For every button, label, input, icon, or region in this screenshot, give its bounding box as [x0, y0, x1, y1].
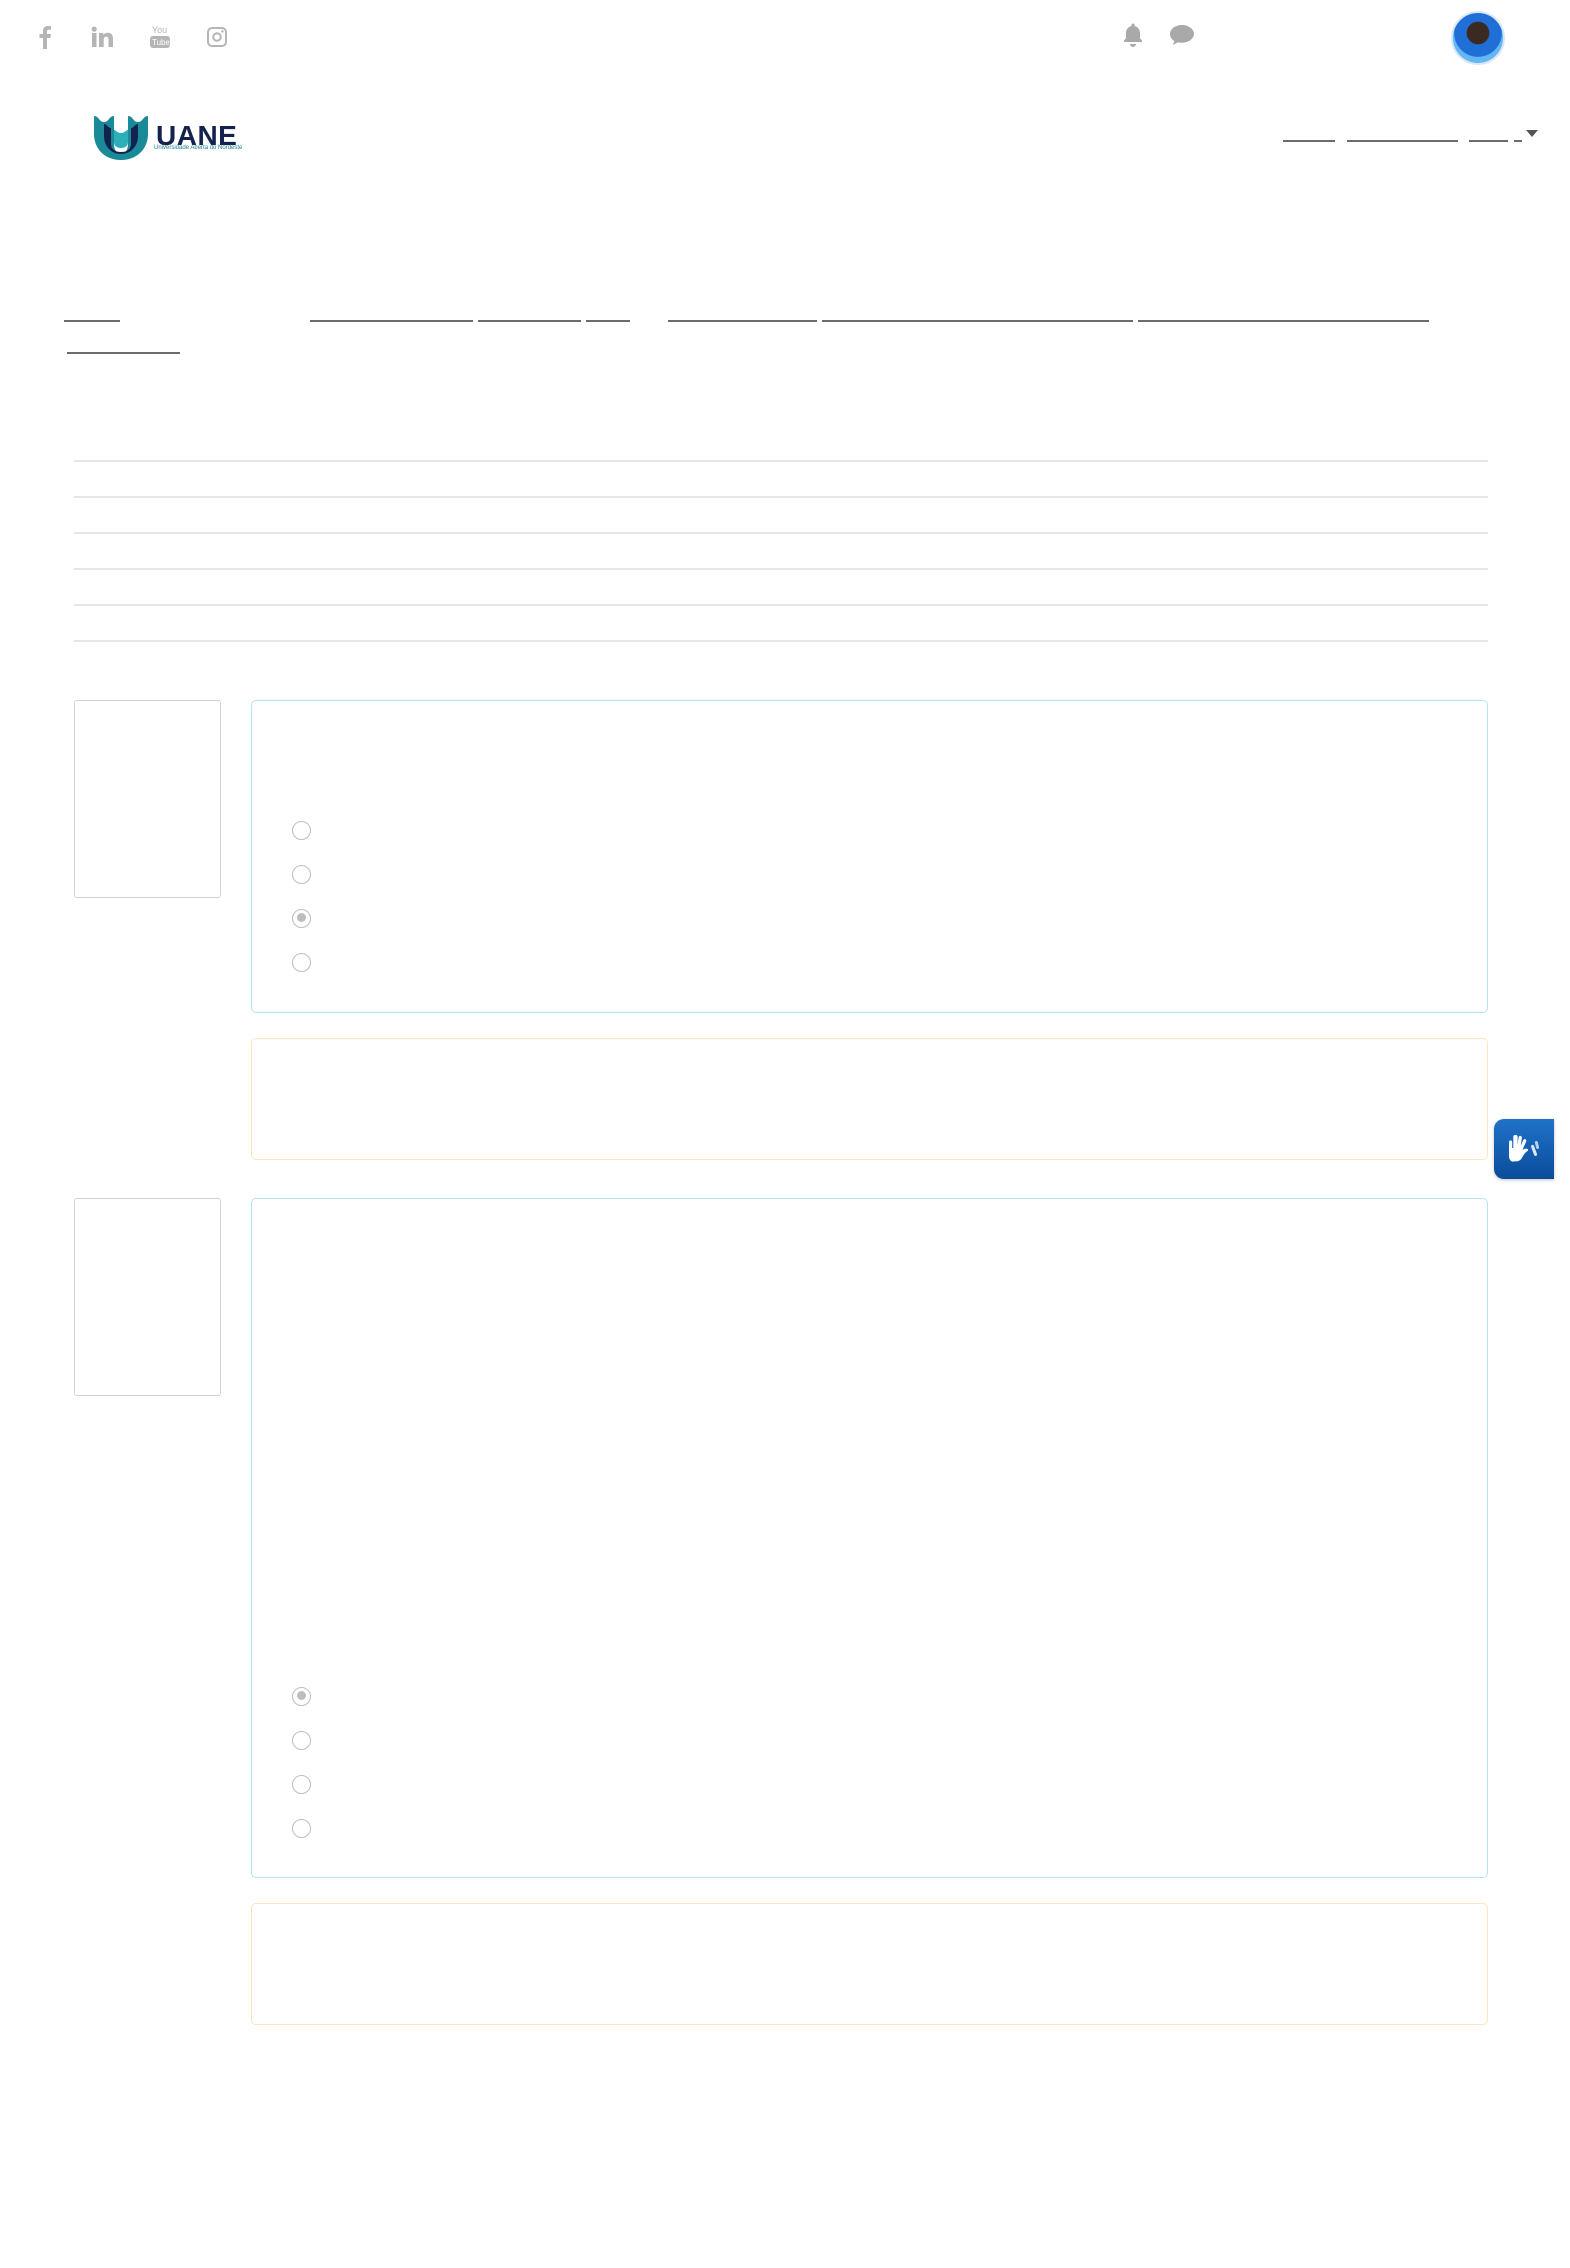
table-row-divider — [74, 532, 1488, 534]
youtube-icon[interactable]: You Tube — [145, 22, 175, 52]
breadcrumb-link-6[interactable] — [822, 308, 1133, 322]
nav-link-2[interactable] — [1347, 128, 1458, 142]
radio-button[interactable] — [292, 864, 311, 884]
breadcrumb-link-2[interactable] — [310, 308, 473, 322]
top-bar: You Tube — [0, 0, 1570, 72]
nav-link-3[interactable] — [1469, 128, 1508, 142]
logo-mark-icon — [94, 116, 148, 160]
radio-button[interactable] — [292, 1730, 311, 1750]
breadcrumb-link-5[interactable] — [668, 308, 817, 322]
table-row-divider — [74, 460, 1488, 462]
breadcrumb-link-1[interactable] — [64, 308, 120, 322]
answer-option[interactable] — [292, 819, 323, 841]
bell-icon[interactable] — [1118, 20, 1148, 50]
radio-button-selected[interactable] — [292, 1686, 311, 1706]
table-row-divider — [74, 640, 1488, 642]
breadcrumb-link-3[interactable] — [478, 308, 581, 322]
nav-link-1[interactable] — [1283, 128, 1335, 142]
logo-subtitle: Universidade Aberta do Nordeste — [154, 145, 243, 151]
radio-button-selected[interactable] — [292, 908, 311, 928]
question-1-content — [251, 700, 1488, 1013]
facebook-icon[interactable] — [30, 22, 60, 52]
answer-option[interactable] — [292, 951, 323, 973]
user-avatar[interactable] — [1451, 11, 1505, 65]
question-2-content — [251, 1198, 1488, 1878]
breadcrumb-link-4[interactable] — [586, 308, 630, 322]
breadcrumb-link-8[interactable] — [67, 340, 180, 354]
answer-option[interactable] — [292, 907, 323, 929]
chat-bubble-icon[interactable] — [1167, 20, 1197, 50]
instagram-icon[interactable] — [202, 22, 232, 52]
question-2-info — [74, 1198, 221, 1396]
chevron-down-icon[interactable] — [1526, 130, 1538, 137]
svg-text:You: You — [152, 25, 167, 35]
radio-button[interactable] — [292, 1774, 311, 1794]
question-1-info — [74, 700, 221, 898]
radio-button[interactable] — [292, 1818, 311, 1838]
sign-language-hands-icon[interactable] — [1494, 1119, 1554, 1179]
linkedin-icon[interactable] — [87, 22, 117, 52]
answer-option[interactable] — [292, 1685, 323, 1707]
question-1-feedback — [251, 1038, 1488, 1160]
answer-option[interactable] — [292, 863, 323, 885]
breadcrumb-link-7[interactable] — [1138, 308, 1429, 322]
table-row-divider — [74, 496, 1488, 498]
table-row-divider — [74, 568, 1488, 570]
answer-option[interactable] — [292, 1817, 323, 1839]
uane-logo[interactable]: UANE Universidade Aberta do Nordeste — [92, 108, 252, 164]
question-2-feedback — [251, 1903, 1488, 2025]
answer-option[interactable] — [292, 1773, 323, 1795]
answer-option[interactable] — [292, 1729, 323, 1751]
table-row-divider — [74, 604, 1488, 606]
nav-link-4[interactable] — [1514, 128, 1522, 142]
svg-text:Tube: Tube — [152, 38, 170, 47]
radio-button[interactable] — [292, 820, 311, 840]
radio-button[interactable] — [292, 952, 311, 972]
